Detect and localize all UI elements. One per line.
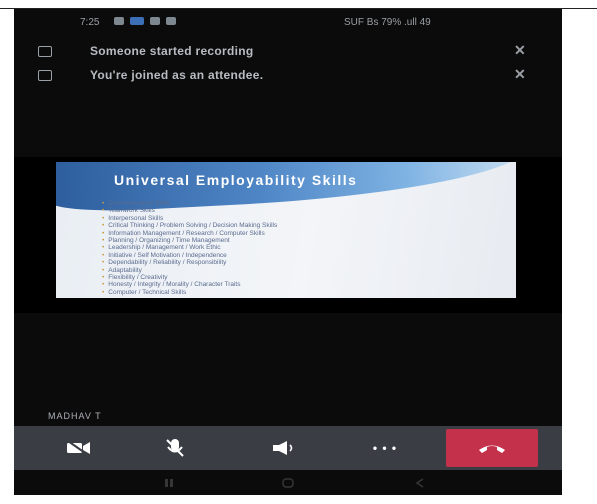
mute-button[interactable] [130,426,220,470]
slide-title: Universal Employability Skills [114,172,358,188]
slide-bullet: Communication Skills [102,200,277,207]
camera-toggle-button[interactable] [34,426,124,470]
send-icon [114,17,124,25]
back-icon[interactable] [414,478,426,488]
slide-bullet: Initiative / Self Motivation / Independe… [102,252,277,259]
notification-recording: Someone started recording ✕ [14,41,562,63]
slide-bullet: Information Management / Research / Comp… [102,230,277,237]
message-icon [166,17,176,25]
hang-up-button[interactable] [446,429,538,467]
screenshot-frame: 7:25 SUF Bs 79% .ull 49 Someone started … [0,0,597,504]
mic-off-icon [166,439,184,457]
participant-name: MADHAV T [48,411,102,421]
slide-bullet: Dependability / Reliability / Responsibi… [102,259,277,266]
slide-bullet: Critical Thinking / Problem Solving / De… [102,222,277,229]
status-bar: 7:25 SUF Bs 79% .ull 49 [14,9,562,37]
slide-bullet: Honesty / Integrity / Morality / Charact… [102,281,277,288]
slide-bullet: Interpersonal Skills [102,215,277,222]
slide-bullet: Leadership / Management / Work Ethic [102,244,277,251]
home-icon[interactable] [282,478,294,488]
recording-icon [38,46,52,57]
teams-call-screen: 7:25 SUF Bs 79% .ull 49 Someone started … [14,9,562,495]
call-controls-bar: • • • [14,426,562,470]
close-icon[interactable]: ✕ [514,42,526,59]
video-off-icon [67,440,90,456]
notification-text: Someone started recording [90,44,254,58]
notification-attendee: You're joined as an attendee. ✕ [14,65,562,87]
android-nav-bar [14,472,562,495]
mail-icon [150,17,160,25]
speaker-icon [273,441,293,455]
status-left-icons [114,17,176,25]
slide-bullet-list: Communication Skills Teamwork Skills Int… [102,200,277,296]
info-icon [38,70,52,81]
speaker-button[interactable] [240,426,330,470]
slide-bullet: Planning / Organizing / Time Management [102,237,277,244]
recent-apps-icon[interactable] [164,478,176,488]
hang-up-icon [479,445,505,453]
close-icon[interactable]: ✕ [514,66,526,83]
more-options-button[interactable]: • • • [340,426,430,470]
slide-bullet: Computer / Technical Skills [102,289,277,296]
shared-slide: Universal Employability Skills Communica… [56,162,516,298]
messenger-icon [130,17,144,25]
slide-bullet: Flexibility / Creativity [102,274,277,281]
shared-content-stage: Universal Employability Skills Communica… [14,157,562,313]
status-time: 7:25 [80,17,100,28]
notification-text: You're joined as an attendee. [90,68,264,82]
status-right-indicators: SUF Bs 79% .ull 49 [344,17,431,28]
slide-bullet: Adaptability [102,267,277,274]
slide-bullet: Teamwork Skills [102,207,277,214]
